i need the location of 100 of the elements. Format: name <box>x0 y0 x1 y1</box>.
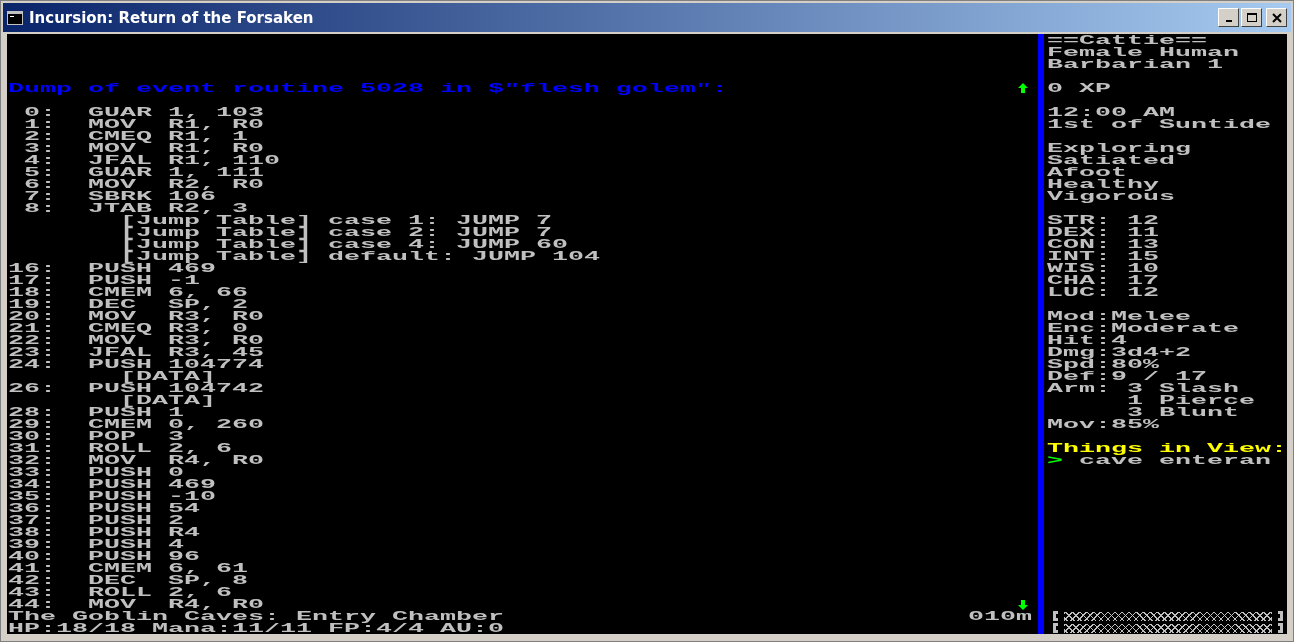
armor-value: 1 Pierce <box>1127 394 1256 406</box>
character-info: LUC: 12 <box>1047 286 1160 298</box>
line-address: 20: <box>8 310 56 322</box>
line-address: 23: <box>8 346 56 358</box>
instruction-text: CMEM 6, 61 <box>88 562 248 574</box>
item-marker: > <box>1047 454 1064 466</box>
character-info: Satiated <box>1047 154 1176 166</box>
instruction-text: JTAB R2, 3 <box>88 202 248 214</box>
line-address: 41: <box>8 562 56 574</box>
instruction-text: POP 3 <box>88 430 184 442</box>
thing-name[interactable]: cave enteran <box>1079 454 1271 466</box>
instruction-text: MOV R1, R0 <box>88 142 264 154</box>
character-info: Vigorous <box>1047 190 1176 202</box>
dump-heading: Dump of event routine 5028 in $"flesh golem": <box>8 82 728 94</box>
line-address: 28: <box>8 406 56 418</box>
instruction-text: CMEM 0, 260 <box>88 418 264 430</box>
instruction-text: JFAL R3, 45 <box>88 346 264 358</box>
line-address: 1: <box>24 118 56 130</box>
instruction-text: MOV R2, R0 <box>88 178 264 190</box>
maximize-button[interactable] <box>1241 8 1262 27</box>
instruction-text: PUSH 0 <box>88 466 184 478</box>
line-address: 7: <box>24 190 56 202</box>
instruction-text: CMEM 6, 66 <box>88 286 248 298</box>
line-address: 33: <box>8 466 56 478</box>
instruction-text: MOV R3, R0 <box>88 334 264 346</box>
character-info: Mov:85% <box>1047 418 1160 430</box>
line-address: 37: <box>8 514 56 526</box>
character-info: Def:9 / 17 <box>1047 370 1207 382</box>
close-icon <box>1271 12 1282 23</box>
instruction-text: PUSH 1 <box>88 406 184 418</box>
line-address: 24: <box>8 358 56 370</box>
character-info: Female Human <box>1047 46 1239 58</box>
character-info: 0 XP <box>1047 82 1112 94</box>
annotation-text: [DATA] <box>120 394 216 406</box>
character-info: Mod:Melee <box>1047 310 1191 322</box>
close-button[interactable] <box>1266 8 1287 27</box>
line-address: 0: <box>24 106 56 118</box>
line-address: 16: <box>8 262 56 274</box>
line-address: 40: <box>8 550 56 562</box>
character-info: WIS: 10 <box>1047 262 1160 274</box>
annotation-text: [Jump Table] case 1: JUMP 7 <box>120 214 552 226</box>
instruction-text: SBRK 106 <box>88 190 216 202</box>
character-info: Hit:4 <box>1047 334 1128 346</box>
instruction-text: PUSH 4 <box>88 538 184 550</box>
line-address: 29: <box>8 418 56 430</box>
instruction-text: PUSH R4 <box>88 526 200 538</box>
character-info: 1st of Suntide <box>1047 118 1271 130</box>
line-address: 39: <box>8 538 56 550</box>
instruction-text: CMEQ R3, 0 <box>88 322 248 334</box>
character-info: Healthy <box>1047 178 1160 190</box>
armor-label: Arm: <box>1047 382 1112 394</box>
line-address: 5: <box>24 166 56 178</box>
character-info: ==Cattie== <box>1047 34 1207 46</box>
character-info: DEX: 11 <box>1047 226 1160 238</box>
line-address: 18: <box>8 286 56 298</box>
instruction-text: MOV R4, R0 <box>88 454 264 466</box>
armor-value: 3 Blunt <box>1127 406 1240 418</box>
character-info: Barbarian 1 <box>1047 58 1223 70</box>
instruction-text: ROLL 2, 6 <box>88 586 232 598</box>
line-address: 35: <box>8 490 56 502</box>
line-address: 38: <box>8 526 56 538</box>
instruction-text: GUAR 1, 111 <box>88 166 264 178</box>
depth-text: 010m <box>968 610 1033 622</box>
location-text: The Goblin Caves: Entry Chamber <box>8 610 504 622</box>
line-address: 34: <box>8 478 56 490</box>
line-address: 6: <box>24 178 56 190</box>
character-info: Afoot <box>1047 166 1128 178</box>
annotation-text: [Jump Table] default: JUMP 104 <box>120 250 600 262</box>
instruction-text: PUSH 2 <box>88 514 184 526</box>
line-address: 19: <box>8 298 56 310</box>
instruction-text: PUSH 96 <box>88 550 200 562</box>
instruction-text: DEC SP, 8 <box>88 574 248 586</box>
character-info: Exploring <box>1047 142 1191 154</box>
minimize-button[interactable] <box>1218 8 1239 27</box>
annotation-text: [Jump Table] case 2: JUMP 7 <box>120 226 552 238</box>
things-heading: Things in View: <box>1047 442 1287 454</box>
instruction-text: PUSH 104742 <box>88 382 264 394</box>
line-address: 8: <box>24 202 56 214</box>
window-title: Incursion: Return of the Forsaken <box>29 8 314 27</box>
scroll-down-icon <box>1018 600 1029 610</box>
line-address: 42: <box>8 574 56 586</box>
line-address: 43: <box>8 586 56 598</box>
instruction-text: PUSH 469 <box>88 478 216 490</box>
character-info: Enc:Moderate <box>1047 322 1239 334</box>
console-icon <box>7 10 23 25</box>
character-info: CHA: 17 <box>1047 274 1160 286</box>
scroll-up-icon <box>1018 83 1029 93</box>
line-address: 26: <box>8 382 56 394</box>
line-address: 44: <box>8 598 56 610</box>
character-info: STR: 12 <box>1047 214 1160 226</box>
instruction-text: JFAL R1, 110 <box>88 154 280 166</box>
instruction-text: PUSH 104774 <box>88 358 264 370</box>
line-address: 32: <box>8 454 56 466</box>
instruction-text: MOV R4, R0 <box>88 598 264 610</box>
instruction-text: CMEQ R1, 1 <box>88 130 248 142</box>
annotation-text: [Jump Table] case 4: JUMP 60 <box>120 238 568 250</box>
line-address: 36: <box>8 502 56 514</box>
instruction-text: GUAR 1, 103 <box>88 106 264 118</box>
line-address: 22: <box>8 334 56 346</box>
instruction-text: PUSH -10 <box>88 490 216 502</box>
